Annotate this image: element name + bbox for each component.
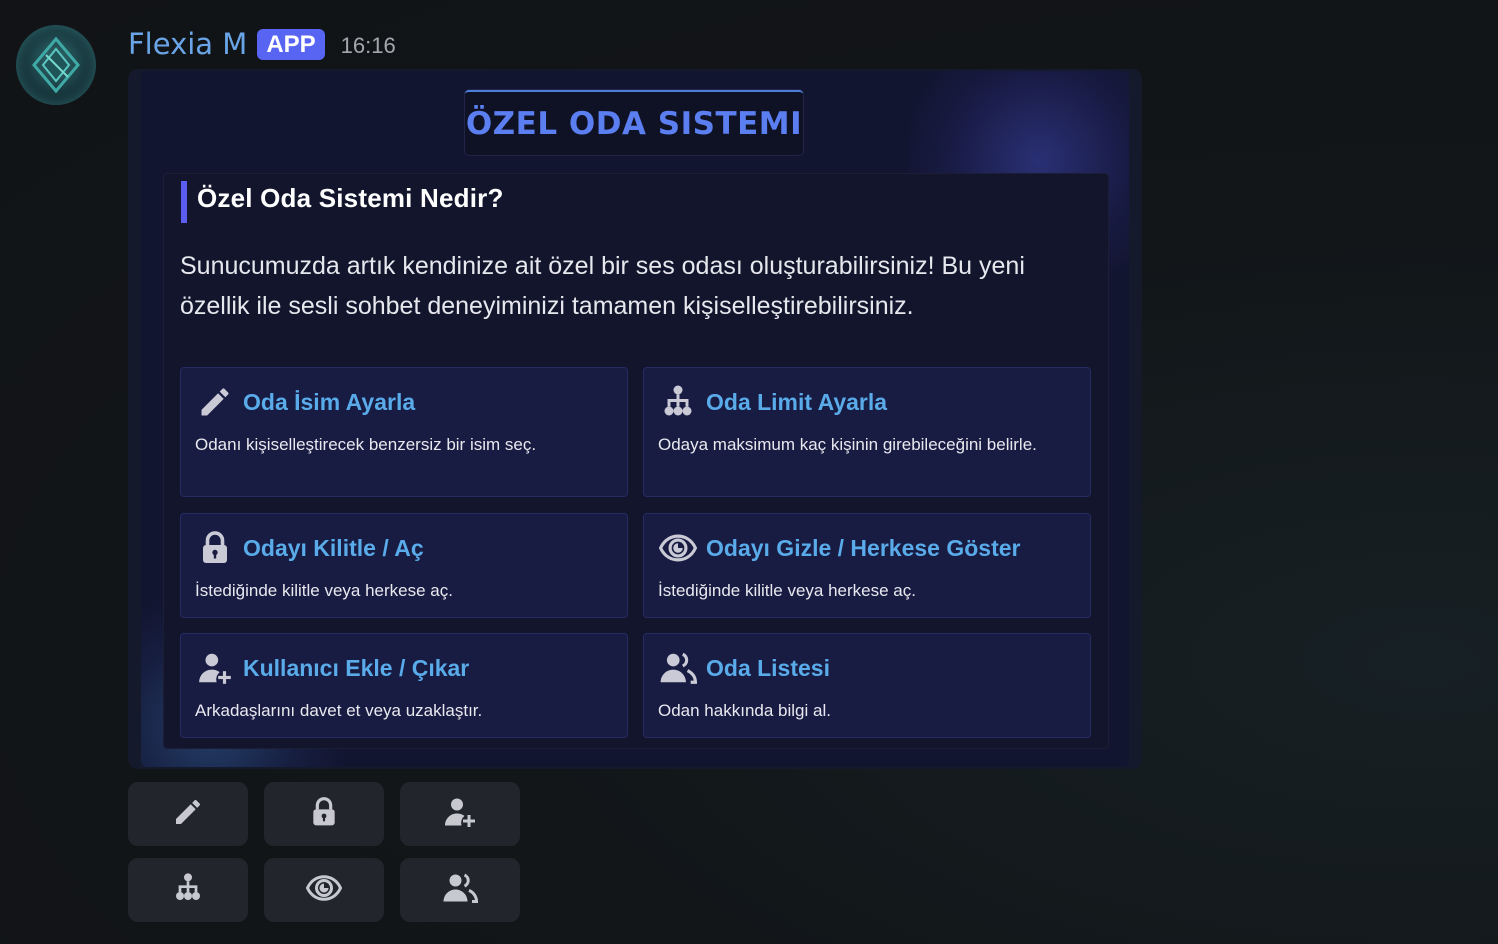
hierarchy-icon <box>172 872 204 908</box>
add-user-button[interactable] <box>400 782 520 846</box>
feature-title: Oda Listesi <box>706 654 830 681</box>
eye-icon <box>305 870 343 910</box>
title-banner: ÖZEL ODA SISTEMI <box>465 90 803 155</box>
banner-title: ÖZEL ODA SISTEMI <box>465 105 803 142</box>
section-title: Özel Oda Sistemi Nedir? <box>197 183 504 213</box>
room-list-button[interactable] <box>400 858 520 922</box>
section-description: Sunucumuzda artık kendinize ait özel bir… <box>180 252 1025 320</box>
feature-title: Oda İsim Ayarla <box>243 388 416 415</box>
info-panel: Özel Oda Sistemi Nedir? Sunucumuzda artı… <box>163 173 1109 749</box>
users-icon <box>658 648 698 688</box>
pencil-icon <box>195 382 235 422</box>
feature-title: Kullanıcı Ekle / Çıkar <box>243 654 470 681</box>
feature-title: Odayı Gizle / Herkese Göster <box>706 534 1021 561</box>
feature-card-hide-room: Odayı Gizle / Herkese Göster İstediğinde… <box>643 513 1091 618</box>
embed: ÖZEL ODA SISTEMI Özel Oda Sistemi Nedir?… <box>128 69 1142 769</box>
username[interactable]: Flexia M <box>128 27 247 61</box>
feature-title: Odayı Kilitle / Aç <box>243 534 424 561</box>
feature-desc: İstediğinde kilitle veya herkese aç. <box>658 581 916 600</box>
user-add-icon <box>195 648 235 688</box>
users-icon <box>442 870 479 910</box>
feature-desc: İstediğinde kilitle veya herkese aç. <box>195 581 453 600</box>
eye-icon <box>658 528 698 568</box>
logo-icon <box>32 36 80 94</box>
set-limit-button[interactable] <box>128 858 248 922</box>
set-name-button[interactable] <box>128 782 248 846</box>
feature-card-lock-room: Odayı Kilitle / Aç İstediğinde kilitle v… <box>180 513 628 618</box>
lock-icon <box>308 796 340 832</box>
app-badge: APP <box>257 28 325 60</box>
user-add-icon <box>442 794 478 834</box>
lock-icon <box>195 528 235 568</box>
feature-card-add-user: Kullanıcı Ekle / Çıkar Arkadaşlarını dav… <box>180 633 628 738</box>
feature-card-room-limit: Oda Limit Ayarla Odaya maksimum kaç kişi… <box>643 367 1091 497</box>
hierarchy-icon <box>658 382 698 422</box>
feature-desc: Odanı kişiselleştirecek benzersiz bir is… <box>195 435 537 454</box>
section-accent-bar <box>181 181 187 223</box>
timestamp[interactable]: 16:16 <box>341 33 396 59</box>
embed-image[interactable]: ÖZEL ODA SISTEMI Özel Oda Sistemi Nedir?… <box>141 71 1129 767</box>
hide-room-button[interactable] <box>264 858 384 922</box>
feature-desc: Odan hakkında bilgi al. <box>658 701 831 720</box>
feature-desc: Odaya maksimum kaç kişinin girebileceğin… <box>658 435 1037 454</box>
feature-desc: Arkadaşlarını davet et veya uzaklaştır. <box>195 701 483 720</box>
pencil-icon <box>172 796 204 832</box>
bot-avatar[interactable] <box>16 25 96 105</box>
feature-title: Oda Limit Ayarla <box>706 388 888 415</box>
feature-card-room-name: Oda İsim Ayarla Odanı kişiselleştirecek … <box>180 367 628 497</box>
lock-room-button[interactable] <box>264 782 384 846</box>
feature-card-room-list: Oda Listesi Odan hakkında bilgi al. <box>643 633 1091 738</box>
message-header: Flexia M APP 16:16 <box>128 24 396 64</box>
